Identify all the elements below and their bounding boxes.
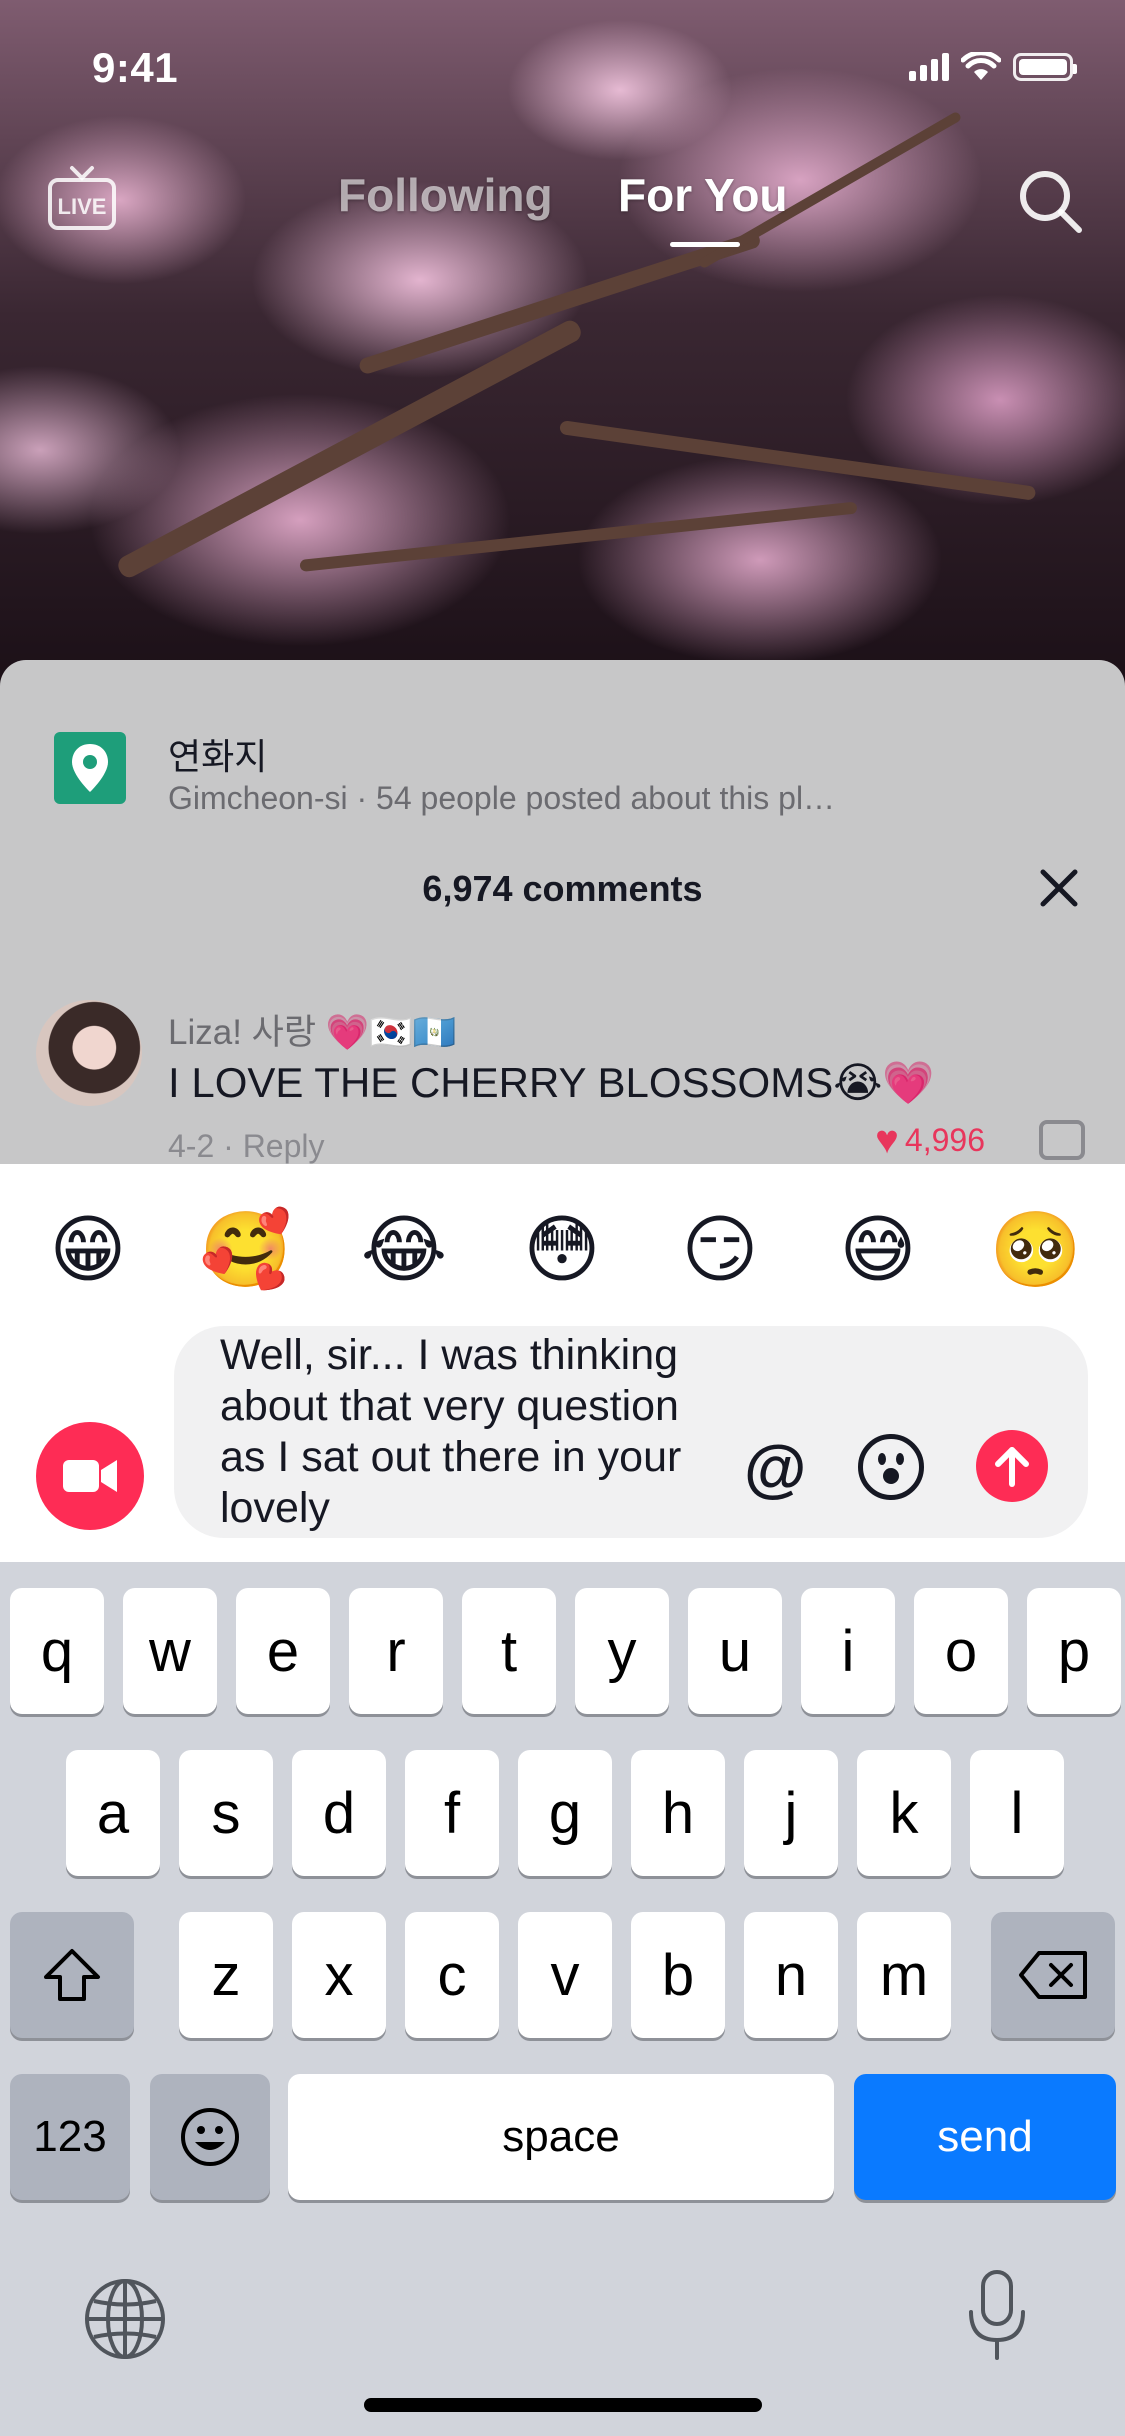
- emoji-suggestion[interactable]: 😅: [828, 1200, 928, 1300]
- close-comments-button[interactable]: [1031, 860, 1087, 916]
- comment-composer: 😁 🥰 😂 😳 😏 😅 🥺 Well, sir... I was thinkin…: [0, 1164, 1125, 1564]
- tab-for-you[interactable]: For You: [618, 168, 788, 222]
- key-i[interactable]: i: [801, 1588, 895, 1714]
- shift-icon: [44, 1949, 100, 2001]
- search-icon: [1020, 171, 1082, 233]
- location-name: 연화지: [168, 736, 268, 777]
- tree-branch: [357, 230, 762, 376]
- key-w[interactable]: w: [123, 1588, 217, 1714]
- svg-text:LIVE: LIVE: [58, 194, 107, 219]
- comment-input[interactable]: Well, sir... I was thinking about that v…: [174, 1326, 1088, 1538]
- live-tv-icon: LIVE: [48, 166, 116, 230]
- top-nav: LIVE Following For You: [0, 150, 1125, 250]
- emoji-suggestion[interactable]: 🥺: [986, 1200, 1086, 1300]
- emoji-keyboard-key[interactable]: [150, 2074, 270, 2200]
- key-p[interactable]: p: [1027, 1588, 1121, 1714]
- key-f[interactable]: f: [405, 1750, 499, 1876]
- mention-button[interactable]: @: [744, 1436, 806, 1500]
- key-b[interactable]: b: [631, 1912, 725, 2038]
- globe-icon: [85, 2279, 165, 2359]
- comments-sheet: 연화지 Gimcheon-si · 54 people posted about…: [0, 660, 1125, 1170]
- shift-key[interactable]: [10, 1912, 134, 2038]
- backspace-icon: [1019, 1951, 1087, 1999]
- tree-branch: [559, 420, 1037, 501]
- arrow-up-icon: [995, 1447, 1029, 1487]
- heart-icon: ♥: [875, 1118, 899, 1162]
- backspace-key[interactable]: [991, 1912, 1115, 2038]
- key-o[interactable]: o: [914, 1588, 1008, 1714]
- smiley-icon: [181, 2108, 239, 2166]
- emoji-suggestion[interactable]: 😳: [512, 1200, 612, 1300]
- cellular-signal-icon: [909, 53, 949, 81]
- avatar[interactable]: [36, 1000, 142, 1106]
- comment-like-count: 4,996: [904, 1122, 985, 1158]
- video-reply-button[interactable]: [36, 1422, 144, 1530]
- emoji-suggestion-row: 😁 🥰 😂 😳 😏 😅 🥺: [0, 1200, 1125, 1310]
- key-g[interactable]: g: [518, 1750, 612, 1876]
- close-icon: [1040, 869, 1078, 907]
- key-e[interactable]: e: [236, 1588, 330, 1714]
- key-y[interactable]: y: [575, 1588, 669, 1714]
- emoji-suggestion[interactable]: 🥰: [196, 1200, 296, 1300]
- key-r[interactable]: r: [349, 1588, 443, 1714]
- key-t[interactable]: t: [462, 1588, 556, 1714]
- comments-count: 6,974 comments: [422, 868, 703, 909]
- numbers-key[interactable]: 123: [10, 2074, 130, 2200]
- globe-button[interactable]: [82, 2276, 168, 2362]
- comment-item[interactable]: Liza! 사랑 💗🇰🇷🇬🇹 I LOVE THE CHERRY BLOSSOM…: [0, 1000, 1125, 1170]
- search-button[interactable]: [1015, 166, 1085, 236]
- space-key[interactable]: space: [288, 2074, 834, 2200]
- reply-icon[interactable]: [1039, 1120, 1085, 1160]
- location-pin-icon: [54, 732, 126, 804]
- send-key[interactable]: send: [854, 2074, 1116, 2200]
- emoji-suggestion[interactable]: 😁: [38, 1200, 138, 1300]
- key-c[interactable]: c: [405, 1912, 499, 2038]
- comment-username[interactable]: Liza! 사랑 💗🇰🇷🇬🇹: [168, 1004, 457, 1055]
- key-s[interactable]: s: [179, 1750, 273, 1876]
- status-icons: [909, 52, 1077, 82]
- key-j[interactable]: j: [744, 1750, 838, 1876]
- comment-like-button[interactable]: ♥ 4,996: [875, 1118, 985, 1163]
- key-v[interactable]: v: [518, 1912, 612, 2038]
- key-n[interactable]: n: [744, 1912, 838, 2038]
- microphone-icon: [969, 2270, 1025, 2360]
- tree-branch: [299, 501, 858, 572]
- comment-input-text[interactable]: Well, sir... I was thinking about that v…: [220, 1330, 720, 1536]
- key-h[interactable]: h: [631, 1750, 725, 1876]
- key-d[interactable]: d: [292, 1750, 386, 1876]
- battery-icon: [1013, 53, 1077, 81]
- key-x[interactable]: x: [292, 1912, 386, 2038]
- tab-following[interactable]: Following: [338, 168, 553, 222]
- emoji-suggestion[interactable]: 😂: [354, 1200, 454, 1300]
- location-row[interactable]: 연화지 Gimcheon-si · 54 people posted about…: [0, 688, 1125, 816]
- smiley-icon: [878, 1453, 904, 1484]
- key-z[interactable]: z: [179, 1912, 273, 2038]
- live-button[interactable]: LIVE: [46, 164, 118, 232]
- comment-meta[interactable]: 4-2 · Reply: [168, 1128, 325, 1165]
- send-comment-button[interactable]: [976, 1430, 1048, 1502]
- status-bar: 9:41: [0, 0, 1125, 140]
- key-u[interactable]: u: [688, 1588, 782, 1714]
- dictation-button[interactable]: [966, 2268, 1028, 2364]
- location-subtitle: Gimcheon-si · 54 people posted about thi…: [168, 780, 836, 816]
- emoji-picker-button[interactable]: [858, 1434, 924, 1500]
- status-time: 9:41: [92, 44, 179, 91]
- emoji-suggestion[interactable]: 😏: [670, 1200, 770, 1300]
- comment-text: I LOVE THE CHERRY BLOSSOMS😭💗: [168, 1059, 935, 1106]
- wifi-icon: [961, 52, 1001, 80]
- home-indicator[interactable]: [364, 2398, 762, 2412]
- video-camera-icon: [63, 1460, 117, 1492]
- keyboard: q w e r t y u i o p a s d f g h j k l z …: [0, 1562, 1125, 2436]
- active-tab-indicator: [670, 242, 740, 247]
- key-m[interactable]: m: [857, 1912, 951, 2038]
- key-k[interactable]: k: [857, 1750, 951, 1876]
- key-q[interactable]: q: [10, 1588, 104, 1714]
- key-a[interactable]: a: [66, 1750, 160, 1876]
- key-l[interactable]: l: [970, 1750, 1064, 1876]
